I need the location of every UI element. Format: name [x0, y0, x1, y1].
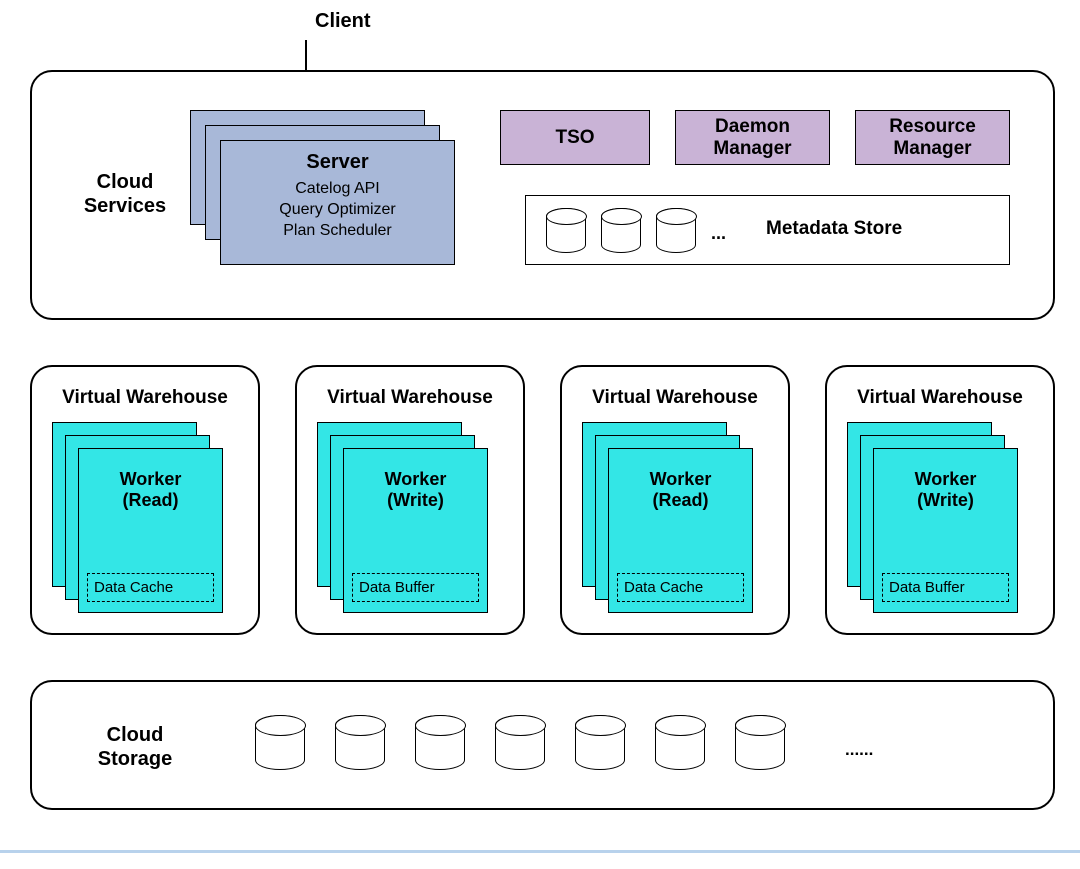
server-title: Server	[221, 151, 454, 174]
daemon-manager-box: Daemon Manager	[675, 110, 830, 165]
worker-title: Worker (Read)	[609, 469, 752, 510]
worker-inner-box: Data Cache	[87, 573, 214, 602]
db-icon	[655, 715, 705, 770]
worker-inner-box: Data Buffer	[352, 573, 479, 602]
db-icon	[546, 208, 586, 253]
footer-rule	[0, 850, 1080, 853]
worker-title: Worker (Write)	[344, 469, 487, 510]
vw-title: Virtual Warehouse	[827, 387, 1053, 409]
vw-title: Virtual Warehouse	[32, 387, 258, 409]
db-icon	[735, 715, 785, 770]
db-icon	[255, 715, 305, 770]
worker-box: Worker (Write) Data Buffer	[873, 448, 1018, 613]
diagram-canvas: Client Cloud Services Server Catelog API…	[30, 0, 1055, 840]
cloud-storage-label: Cloud Storage	[75, 723, 195, 771]
metadata-store-label: Metadata Store	[766, 218, 902, 240]
worker-inner-box: Data Cache	[617, 573, 744, 602]
worker-title: Worker (Read)	[79, 469, 222, 510]
db-icon	[415, 715, 465, 770]
db-icon	[495, 715, 545, 770]
db-icon	[656, 208, 696, 253]
ellipsis: ...	[711, 223, 726, 244]
vw-title: Virtual Warehouse	[562, 387, 788, 409]
db-icon	[575, 715, 625, 770]
cloud-services-label: Cloud Services	[65, 170, 185, 218]
ellipsis: ......	[845, 740, 873, 760]
worker-box: Worker (Read) Data Cache	[78, 448, 223, 613]
resource-manager-box: Resource Manager	[855, 110, 1010, 165]
server-line-0: Catelog API	[221, 179, 454, 200]
server-line-2: Plan Scheduler	[221, 221, 454, 242]
worker-title: Worker (Write)	[874, 469, 1017, 510]
server-line-1: Query Optimizer	[221, 200, 454, 221]
virtual-warehouse: Virtual Warehouse Worker (Read) Data Cac…	[30, 365, 260, 635]
worker-inner-box: Data Buffer	[882, 573, 1009, 602]
worker-box: Worker (Write) Data Buffer	[343, 448, 488, 613]
client-label: Client	[315, 10, 371, 33]
tso-box: TSO	[500, 110, 650, 165]
server-box: Server Catelog API Query Optimizer Plan …	[220, 140, 455, 265]
db-icon	[601, 208, 641, 253]
worker-box: Worker (Read) Data Cache	[608, 448, 753, 613]
virtual-warehouse: Virtual Warehouse Worker (Write) Data Bu…	[825, 365, 1055, 635]
db-icon	[335, 715, 385, 770]
vw-title: Virtual Warehouse	[297, 387, 523, 409]
virtual-warehouse: Virtual Warehouse Worker (Read) Data Cac…	[560, 365, 790, 635]
virtual-warehouse: Virtual Warehouse Worker (Write) Data Bu…	[295, 365, 525, 635]
metadata-store-box: ... Metadata Store	[525, 195, 1010, 265]
